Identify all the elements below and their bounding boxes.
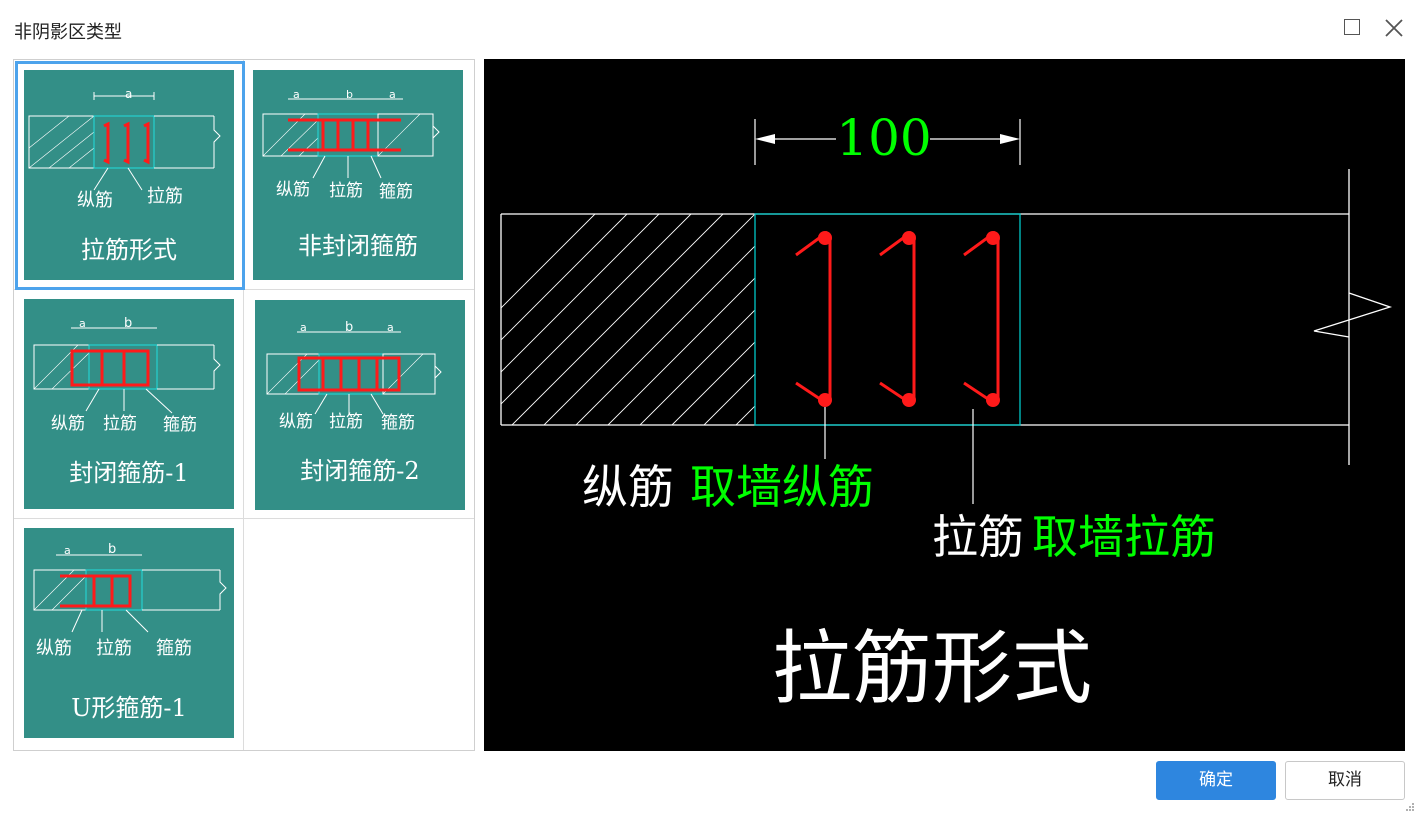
- diagram-label-stirrup: 箍筋: [163, 415, 197, 435]
- dim-label-b: b: [345, 320, 354, 335]
- dim-label-a: a: [387, 321, 394, 334]
- option-grid: a 纵筋 拉筋 拉筋形式 a b a 纵筋 拉筋 箍筋 非封闭箍筋 a b 纵筋…: [13, 59, 475, 751]
- dim-label-a: a: [300, 321, 307, 334]
- option-caption: 拉筋形式: [81, 236, 177, 264]
- preview-drawing: 100 纵筋 取墙纵筋 拉筋 取墙拉筋 拉筋形式: [500, 109, 1393, 715]
- option-caption: 封闭箍筋-1: [69, 459, 189, 487]
- dim-label-a: a: [125, 87, 133, 101]
- diagram-label-stirrup: 箍筋: [156, 638, 192, 659]
- diagram-label-tie: 拉筋: [329, 412, 363, 432]
- diagram-label-stirrup: 箍筋: [379, 182, 413, 202]
- option-thumbnail: a b a 纵筋 拉筋 箍筋 封闭箍筋-2: [255, 300, 465, 510]
- option-caption: 封闭箍筋-2: [300, 457, 420, 485]
- ok-button[interactable]: 确定: [1156, 761, 1276, 800]
- option-caption: 非封闭箍筋: [298, 232, 418, 260]
- preview-label-longitudinal: 纵筋: [582, 460, 674, 514]
- cancel-button[interactable]: 取消: [1285, 761, 1405, 800]
- dim-label-a: a: [64, 544, 71, 557]
- preview-dimension-value: 100: [836, 109, 931, 167]
- dim-label-a: a: [293, 88, 300, 101]
- diagram-label-tie: 拉筋: [103, 414, 137, 434]
- option-tile-open-stirrup[interactable]: a b a 纵筋 拉筋 箍筋 非封闭箍筋: [246, 61, 476, 290]
- close-icon[interactable]: [1382, 16, 1406, 40]
- dialog-title: 非阴影区类型: [14, 22, 122, 43]
- dim-label-a: a: [79, 317, 86, 330]
- preview-value-longitudinal: 取墙纵筋: [690, 460, 874, 514]
- diagram-label-longitudinal: 纵筋: [77, 190, 113, 211]
- dim-label-b: b: [124, 316, 133, 331]
- option-thumbnail: a b a 纵筋 拉筋 箍筋 非封闭箍筋: [253, 70, 463, 280]
- dim-label-b: b: [346, 88, 353, 101]
- option-thumbnail: a b 纵筋 拉筋 箍筋 U形箍筋-1: [24, 528, 234, 738]
- diagram-label-longitudinal: 纵筋: [276, 180, 310, 200]
- option-tile-u-stirrup-1[interactable]: a b 纵筋 拉筋 箍筋 U形箍筋-1: [15, 519, 245, 748]
- diagram-label-tie: 拉筋: [96, 638, 132, 659]
- maximize-icon[interactable]: [1344, 19, 1360, 35]
- option-tile-closed-stirrup-1[interactable]: a b 纵筋 拉筋 箍筋 封闭箍筋-1: [15, 290, 245, 519]
- option-caption: U形箍筋-1: [71, 694, 187, 722]
- option-thumbnail: a b 纵筋 拉筋 箍筋 封闭箍筋-1: [24, 299, 234, 509]
- preview-title: 拉筋形式: [772, 622, 1092, 715]
- dim-label-a: a: [389, 88, 396, 101]
- option-tile-tie-form[interactable]: a 纵筋 拉筋 拉筋形式: [15, 61, 245, 290]
- diagram-label-longitudinal: 纵筋: [36, 638, 72, 659]
- diagram-label-stirrup: 箍筋: [381, 413, 415, 433]
- dim-label-b: b: [108, 542, 117, 557]
- tie-rebar-group: [795, 230, 1000, 405]
- diagram-label-longitudinal: 纵筋: [51, 414, 85, 434]
- option-tile-closed-stirrup-2[interactable]: a b a 纵筋 拉筋 箍筋 封闭箍筋-2: [246, 290, 476, 519]
- resize-grip-icon[interactable]: [1405, 802, 1415, 812]
- diagram-label-tie: 拉筋: [329, 181, 363, 201]
- option-thumbnail: a 纵筋 拉筋 拉筋形式: [24, 70, 234, 280]
- dialog-titlebar: 非阴影区类型: [0, 0, 1417, 58]
- diagram-label-longitudinal: 纵筋: [279, 412, 313, 432]
- preview-label-tie: 拉筋: [932, 510, 1024, 564]
- preview-panel: 100 纵筋 取墙纵筋 拉筋 取墙拉筋 拉筋形式: [484, 59, 1405, 751]
- preview-value-tie: 取墙拉筋: [1032, 510, 1216, 564]
- diagram-label-tie: 拉筋: [147, 186, 183, 207]
